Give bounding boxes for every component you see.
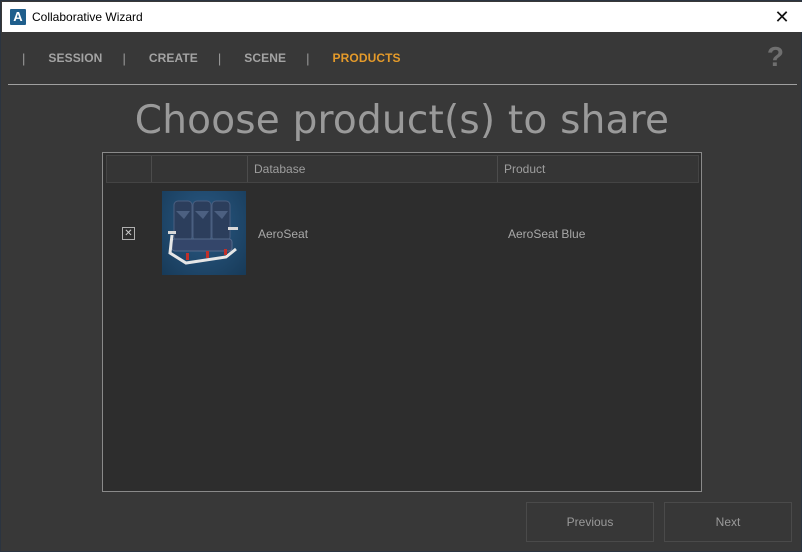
seat-image-icon [168, 200, 238, 265]
aeroseat-thumbnail [162, 191, 246, 275]
column-header-select[interactable] [107, 156, 152, 182]
nav-separator: | [22, 50, 26, 66]
row-select-checkbox[interactable]: ✕ [122, 227, 135, 240]
window-title: Collaborative Wizard [32, 10, 143, 24]
nav-step-scene[interactable]: SCENE [244, 51, 286, 65]
app-logo-icon: A [10, 9, 26, 25]
cell-database: AeroSeat [258, 227, 309, 241]
page-title: Choose product(s) to share [134, 98, 670, 143]
products-table: Database Product ✕ AeroSeat AeroSeat Blu… [102, 152, 702, 492]
cell-product: AeroSeat Blue [508, 227, 586, 241]
title-bar: A Collaborative Wizard ✕ [2, 2, 802, 32]
wizard-steps-nav: | SESSION | CREATE | SCENE | PRODUCTS ? [2, 32, 802, 84]
previous-button[interactable]: Previous [526, 502, 654, 542]
table-row[interactable]: ✕ AeroSeat AeroSeat Blue [106, 185, 699, 283]
nav-separator: | [122, 50, 126, 66]
help-icon[interactable]: ? [767, 41, 784, 73]
nav-step-products[interactable]: PRODUCTS [333, 51, 401, 65]
nav-separator: | [217, 50, 222, 66]
nav-divider [8, 84, 797, 85]
nav-separator: | [306, 50, 310, 66]
column-header-thumbnail[interactable] [152, 156, 248, 182]
close-button[interactable]: ✕ [762, 2, 802, 32]
nav-step-session[interactable]: SESSION [48, 51, 102, 65]
next-button[interactable]: Next [664, 502, 792, 542]
nav-step-create[interactable]: CREATE [149, 51, 198, 65]
table-header: Database Product [106, 155, 699, 183]
column-header-product[interactable]: Product [498, 156, 698, 182]
collaborative-wizard-window: A Collaborative Wizard ✕ | SESSION | CRE… [0, 0, 802, 552]
column-header-database[interactable]: Database [248, 156, 498, 182]
